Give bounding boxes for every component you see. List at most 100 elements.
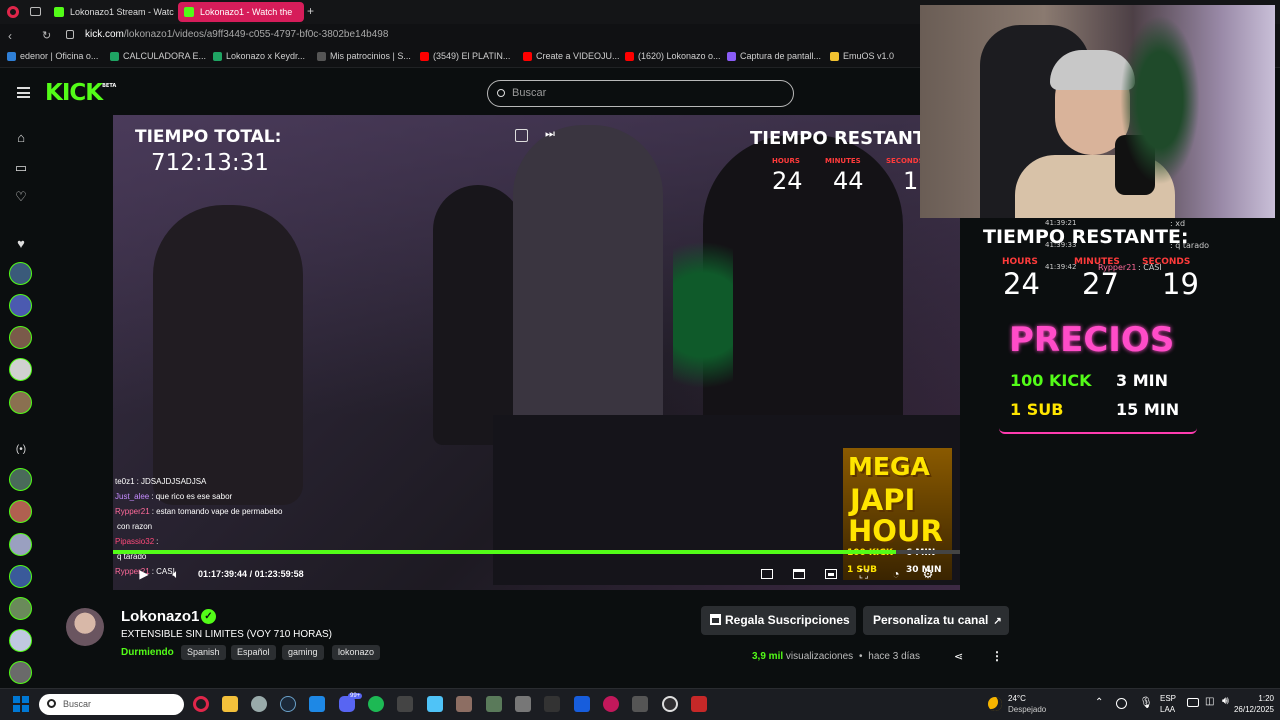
bookmark-item[interactable]: edenor | Oficina o... — [7, 51, 98, 61]
clip-icon[interactable] — [791, 566, 807, 582]
settings-gear-icon[interactable]: ⚙ — [920, 566, 936, 582]
notepad-icon[interactable] — [427, 696, 443, 712]
microphone-icon[interactable]: 🎙︎ — [1139, 696, 1153, 709]
channel-avatar[interactable] — [9, 597, 32, 620]
tag-chip[interactable]: Spanish — [181, 645, 226, 660]
tag-chip[interactable]: lokonazo — [332, 645, 381, 660]
back-icon[interactable]: ‹ — [8, 29, 12, 43]
bookmark-item[interactable]: Lokonazo x Keydr... — [213, 51, 305, 61]
skip-icon[interactable]: ⏭ — [545, 128, 555, 141]
popout-icon[interactable] — [515, 129, 528, 142]
followed-channel-avatar[interactable] — [9, 326, 32, 349]
miniplayer-icon[interactable] — [759, 566, 775, 582]
opera-gx-icon[interactable] — [193, 696, 209, 712]
followed-channel-avatar[interactable] — [9, 262, 32, 285]
channel-name[interactable]: Lokonazo1 — [121, 608, 199, 625]
channel-avatar[interactable] — [66, 608, 104, 646]
home-icon[interactable]: ⌂ — [11, 128, 31, 148]
customize-channel-button[interactable]: Personaliza tu canal ↗ — [863, 606, 1009, 635]
tab-stream[interactable]: Lokonazo1 Stream - Watch — [48, 2, 174, 22]
channel-avatar[interactable] — [9, 565, 32, 588]
chat-message: Rypper21: estan tomando vape de permabeb… — [115, 504, 282, 519]
fullscreen-icon[interactable]: ⛶ — [856, 566, 872, 582]
tray-app-icon[interactable] — [1116, 698, 1127, 709]
search-icon — [497, 89, 505, 97]
search-input[interactable]: Buscar — [487, 80, 794, 107]
mega-line: MEGA — [848, 452, 930, 481]
bookmark-item[interactable]: EmuOS v1.0 — [830, 51, 894, 61]
category-link[interactable]: Durmiendo — [121, 647, 174, 658]
unit-hours: HOURS — [772, 157, 800, 165]
app-icon[interactable] — [456, 696, 472, 712]
app-icon[interactable] — [632, 696, 648, 712]
tray-expand-icon[interactable]: ⌃ — [1095, 697, 1103, 708]
file-explorer-icon[interactable] — [222, 696, 238, 712]
bookmark-label: Lokonazo x Keydr... — [226, 51, 306, 61]
theater-mode-icon[interactable] — [823, 566, 839, 582]
bitwarden-icon[interactable] — [574, 696, 590, 712]
followed-channel-avatar[interactable] — [9, 391, 32, 414]
language-primary[interactable]: ESP — [1160, 694, 1176, 704]
workspaces-icon[interactable] — [30, 7, 41, 16]
app-icon[interactable] — [544, 696, 560, 712]
progress-bar[interactable] — [113, 550, 960, 554]
reload-icon[interactable]: ↻ — [42, 29, 51, 42]
spotify-icon[interactable] — [368, 696, 384, 712]
followed-heart-icon: ♥ — [17, 236, 25, 251]
weather-desc: Despejado — [1008, 705, 1047, 714]
play-icon[interactable]: ▶ — [136, 566, 152, 582]
clock-date[interactable]: 26/12/2025 — [1222, 705, 1274, 715]
more-options-icon[interactable]: ⋮ — [991, 649, 1003, 663]
bookmark-item[interactable]: Mis patrocinios | S... — [317, 51, 411, 61]
app-icon[interactable] — [251, 696, 267, 712]
channel-avatar[interactable] — [9, 533, 32, 556]
remaining-minutes: 44 — [833, 167, 864, 195]
share-icon[interactable]: ⋖ — [954, 650, 963, 663]
tab-videos[interactable]: Lokonazo1 - Watch the — [178, 2, 304, 22]
browse-icon[interactable]: ▭ — [11, 158, 31, 178]
browser-logo-icon[interactable] — [7, 6, 19, 18]
playback-speed-icon[interactable]: ◔ — [888, 566, 904, 582]
channel-avatar[interactable] — [9, 468, 32, 491]
player-remaining-overlay: TIEMPO RESTANTE: HOURS MINUTES SECONDS 2… — [750, 125, 920, 205]
tag-chip[interactable]: gaming — [282, 645, 324, 660]
bookmark-item[interactable]: CALCULADORA E... — [110, 51, 206, 61]
chat-overlay: te0z1: JDSAJDJSADJSA Just_alee: que rico … — [115, 474, 282, 579]
obs-icon[interactable] — [662, 696, 678, 712]
tag-chip[interactable]: Español — [231, 645, 276, 660]
new-tab-button[interactable]: + — [307, 4, 314, 18]
taskbar-search[interactable]: Buscar — [39, 694, 184, 715]
app-icon[interactable] — [515, 696, 531, 712]
bookmark-item[interactable]: Captura de pantall... — [727, 51, 821, 61]
app-icon[interactable] — [691, 696, 707, 712]
menu-icon[interactable] — [17, 87, 30, 98]
app-icon[interactable] — [397, 696, 413, 712]
bookmark-favicon-icon — [523, 52, 532, 61]
channel-avatar[interactable] — [9, 500, 32, 523]
url-field[interactable]: kick.com/lokonazo1/videos/a9ff3449-c055-… — [85, 29, 388, 40]
gift-subs-button[interactable]: Regala Suscripciones — [701, 606, 856, 635]
app-icon[interactable] — [603, 696, 619, 712]
display-icon[interactable] — [1187, 698, 1199, 707]
followed-channel-avatar[interactable] — [9, 294, 32, 317]
network-icon[interactable]: ◫ — [1205, 696, 1214, 707]
bookmark-item[interactable]: (1620) Lokonazo o... — [625, 51, 721, 61]
separator-dot: • — [858, 651, 863, 662]
bookmark-item[interactable]: Create a VIDEOJU... — [523, 51, 620, 61]
volume-icon[interactable]: 🔈︎ — [168, 566, 184, 582]
following-icon[interactable]: ♡ — [11, 187, 31, 207]
clock-time[interactable]: 1:20 — [1240, 694, 1274, 704]
app-icon[interactable] — [309, 696, 325, 712]
channel-avatar[interactable] — [9, 661, 32, 684]
mega-japi-hour-panel: MEGA JAPI HOUR 100 KICK 6 MIN 1 SUB 30 M… — [843, 448, 952, 580]
bookmark-item[interactable]: (3549) El PLATIN... — [420, 51, 510, 61]
japi-line: JAPI — [850, 483, 916, 517]
windows-start-icon[interactable] — [13, 696, 29, 712]
followed-channel-avatar[interactable] — [9, 358, 32, 381]
app-icon[interactable] — [486, 696, 502, 712]
weather-temp[interactable]: 24°C — [1008, 694, 1026, 704]
channel-avatar[interactable] — [9, 629, 32, 652]
kick-logo[interactable]: KICKBETA — [45, 80, 116, 106]
lock-icon[interactable] — [66, 30, 74, 39]
steam-icon[interactable] — [280, 696, 296, 712]
